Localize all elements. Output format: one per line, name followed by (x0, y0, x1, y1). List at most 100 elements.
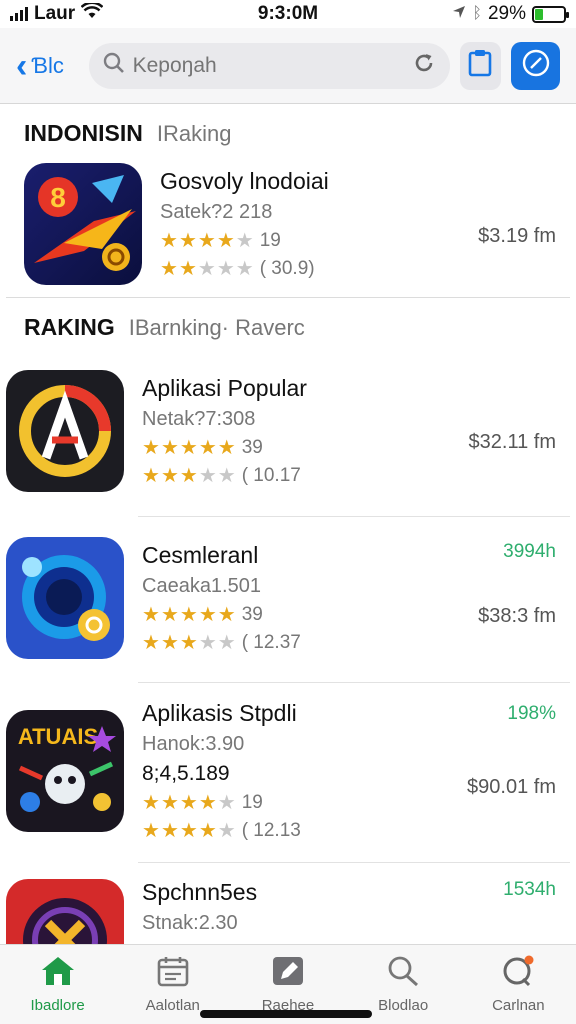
star-filled-icon: ★ (179, 436, 198, 459)
app-name[interactable]: Aplikasis Stpdli (142, 700, 446, 727)
app-row[interactable]: 8 Gosvoly lnodoiai Satek?2 218 ★ ★ ★ ★ ★ 19 … (6, 155, 570, 297)
tab-label: Blodlao (378, 997, 429, 1014)
rating-count: 19 (241, 791, 263, 813)
app-row[interactable]: ATUAIS Aplikasis Stpdli Hanok:3.90 8;4,5… (6, 683, 570, 863)
star-empty-icon: ★ (198, 631, 217, 654)
section-raking: RAKING IBarnking· Raverc Aplikasi Popula… (6, 298, 570, 944)
tab-edit[interactable]: Raehee (238, 955, 338, 1014)
section-subtitle: IRaking (156, 121, 232, 146)
rating-count-secondary: ( 12.37 (241, 631, 301, 653)
rating-count: 39 (241, 436, 263, 458)
app-row[interactable]: Aplikasi Popular Netak?7:308 ★ ★ ★ ★ ★ 39 ★ ★… (6, 349, 570, 517)
rating-line-secondary: ★ ★ ★ ★ ★ ( 12.13 (142, 820, 446, 842)
star-filled-icon: ★ (142, 464, 160, 487)
navigation-bar: ‹ Ɓlc (0, 28, 576, 104)
star-filled-icon: ★ (142, 603, 160, 626)
search-icon (386, 955, 420, 991)
app-name[interactable]: Spchnn5es (142, 879, 446, 906)
tab-calendar[interactable]: Aalotlan (123, 955, 223, 1014)
star-filled-icon: ★ (217, 603, 236, 626)
star-rating: ★ ★ ★ ★ ★ (142, 605, 236, 625)
app-name[interactable]: Cesmleranl (142, 542, 446, 569)
app-developer: Caeaka1.501 (142, 574, 261, 597)
home-icon (40, 955, 76, 991)
clipboard-icon (467, 49, 493, 82)
tab-chat[interactable]: Carlnan (468, 955, 568, 1014)
app-icon-close-x (6, 879, 124, 944)
wifi-icon (80, 1, 104, 25)
back-button[interactable]: ‹ Ɓlc (16, 49, 79, 83)
star-filled-icon: ★ (217, 436, 236, 459)
app-price[interactable]: $90.01 fm (446, 776, 556, 799)
chat-icon (501, 955, 535, 991)
status-bar: Laur 9:3:0M ᛒ 29% (0, 0, 576, 28)
section-indonisin: INDONISIN IRaking 8 Gosvoly lnodoiai Sat… (6, 104, 570, 298)
section-subtitle: IBarnking· Raverc (128, 315, 305, 340)
star-filled-icon: ★ (198, 603, 217, 626)
tab-home[interactable]: Ibadlore (8, 955, 108, 1014)
star-filled-icon: ★ (179, 791, 198, 814)
star-empty-icon: ★ (197, 258, 216, 280)
app-developer: Netak?7:308 (142, 407, 256, 430)
search-input[interactable] (132, 53, 404, 78)
home-indicator[interactable] (200, 1010, 372, 1018)
search-bar[interactable] (88, 42, 450, 89)
refresh-icon[interactable] (412, 51, 436, 81)
star-filled-icon: ★ (160, 230, 178, 252)
app-price[interactable]: $38:3 fm (446, 605, 556, 628)
app-badge: 198% (507, 703, 556, 724)
ranking-list[interactable]: INDONISIN IRaking 8 Gosvoly lnodoiai Sat… (0, 104, 576, 944)
rating-line-secondary: ★ ★ ★ ★ ★ ( 10.17 (142, 465, 446, 487)
star-filled-icon: ★ (142, 791, 160, 814)
rating-count-secondary: ( 12.13 (241, 819, 301, 841)
star-filled-icon: ★ (179, 603, 198, 626)
star-rating: ★ ★ ★ ★ ★ (160, 231, 254, 251)
star-filled-icon: ★ (198, 819, 217, 842)
rating-line: ★ ★ ★ ★ ★ 39 (142, 604, 446, 626)
clock: 9:3:0M (257, 3, 319, 24)
star-filled-icon: ★ (160, 603, 179, 626)
app-icon-rocket: 8 (24, 163, 142, 285)
star-filled-icon: ★ (160, 631, 179, 654)
signal-icon (10, 7, 28, 21)
section-title: RAKING (24, 314, 115, 340)
star-rating-secondary: ★ ★ ★ ★ ★ (142, 821, 236, 841)
app-right: 1534h (446, 879, 556, 944)
star-empty-icon: ★ (217, 631, 236, 654)
rating-count-secondary: ( 30.9) (259, 258, 315, 279)
app-info: Gosvoly lnodoiai Satek?2 218 ★ ★ ★ ★ ★ 19 ★ ★… (160, 168, 446, 280)
app-name[interactable]: Aplikasi Popular (142, 375, 446, 402)
rating-line: ★ ★ ★ ★ ★ 19 (142, 792, 446, 814)
star-filled-icon: ★ (198, 791, 217, 814)
app-badge: 3994h (503, 541, 556, 562)
clipboard-button[interactable] (459, 41, 502, 90)
section-header: RAKING IBarnking· Raverc (6, 298, 570, 349)
app-price[interactable]: $32.11 fm (446, 431, 556, 454)
app-developer: Stnak:2.30 (142, 912, 238, 934)
rating-count: 39 (241, 603, 263, 625)
star-filled-icon: ★ (160, 436, 179, 459)
star-filled-icon: ★ (142, 631, 160, 654)
star-filled-icon: ★ (216, 230, 235, 252)
star-filled-icon: ★ (179, 631, 198, 654)
app-row[interactable]: Cesmleranl Caeaka1.501 ★ ★ ★ ★ ★ 39 ★ ★ ★ ★ ★ ( … (6, 517, 570, 683)
star-filled-icon: ★ (179, 819, 198, 842)
battery-fill (535, 8, 544, 20)
app-price[interactable]: $3.19 fm (446, 225, 556, 248)
app-row[interactable]: Spchnn5es Stnak:2.30 1534h (6, 863, 570, 944)
star-empty-icon: ★ (198, 464, 217, 487)
status-right: ᛒ 29% (366, 3, 569, 25)
app-info: Cesmleranl Caeaka1.501 ★ ★ ★ ★ ★ 39 ★ ★ ★ ★ ★ ( … (142, 542, 446, 654)
star-rating-secondary: ★ ★ ★ ★ ★ (142, 633, 236, 653)
battery-icon (532, 5, 569, 23)
star-filled-icon: ★ (142, 819, 160, 842)
star-empty-icon: ★ (235, 258, 254, 280)
star-filled-icon: ★ (178, 258, 197, 280)
tab-search[interactable]: Blodlao (353, 955, 453, 1014)
app-icon-letter-a (6, 369, 124, 492)
compass-button[interactable] (511, 41, 561, 90)
bluetooth-icon: ᛒ (472, 5, 482, 22)
star-filled-icon: ★ (142, 436, 160, 459)
app-name[interactable]: Gosvoly lnodoiai (160, 168, 446, 195)
app-icon-game: ATUAIS (6, 709, 124, 832)
